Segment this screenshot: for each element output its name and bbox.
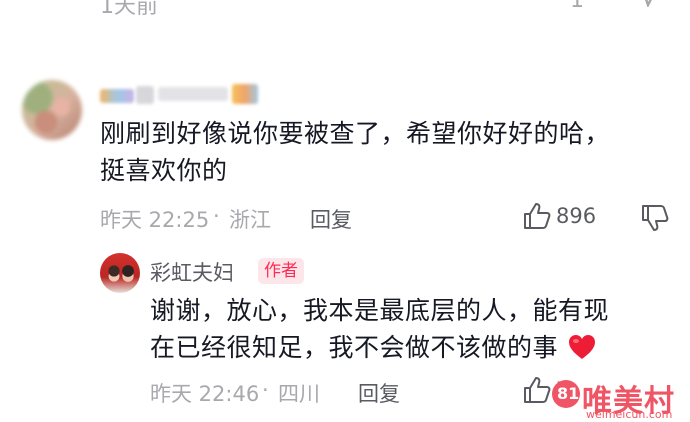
reply-text-line1: 谢谢，放心，我本是最底层的人，能有现	[150, 296, 610, 325]
thumb-down-icon[interactable]	[640, 203, 670, 233]
prev-comment-meta: 1天前	[100, 0, 158, 19]
author-name[interactable]: 彩虹夫妇	[150, 257, 234, 287]
comment-text-line2: 挺喜欢你的	[100, 156, 228, 185]
reply-location: 四川	[278, 382, 320, 406]
reply-location-sep: ·	[262, 378, 269, 402]
thumb-up-icon[interactable]	[522, 201, 552, 231]
comment-time: 昨天 22:25	[100, 208, 210, 232]
author-badge: 作者	[258, 258, 304, 284]
comment-reply-button[interactable]: 回复	[310, 204, 352, 234]
comment-location: 浙江	[229, 208, 271, 232]
heart-emoji	[568, 334, 596, 370]
reply-text-line2: 在已经很知足，我不会做不该做的事	[150, 330, 596, 370]
watermark-url: weimeicun.com	[586, 408, 673, 421]
watermark-logo-icon: 81	[552, 380, 580, 408]
commenter-avatar[interactable]	[22, 80, 82, 140]
commenter-name-blurred[interactable]	[100, 82, 258, 110]
prev-thumb-down-icon[interactable]	[640, 0, 670, 9]
site-watermark: 81 唯美村 weimeicun.com	[552, 378, 682, 422]
reply-time: 昨天 22:46	[150, 382, 260, 406]
prev-like-count: 1	[570, 0, 584, 13]
comment-text-line1: 刚刷到好像说你要被查了，希望你好好的哈，	[100, 119, 611, 148]
reply-reply-button[interactable]: 回复	[358, 378, 400, 408]
comment-like-count: 896	[556, 204, 597, 228]
reply-thumb-up-icon[interactable]	[522, 375, 552, 405]
reply-text-line2-body: 在已经很知足，我不会做不该做的事	[150, 333, 559, 362]
author-avatar[interactable]	[100, 253, 140, 293]
comment-location-sep: ·	[213, 204, 220, 228]
